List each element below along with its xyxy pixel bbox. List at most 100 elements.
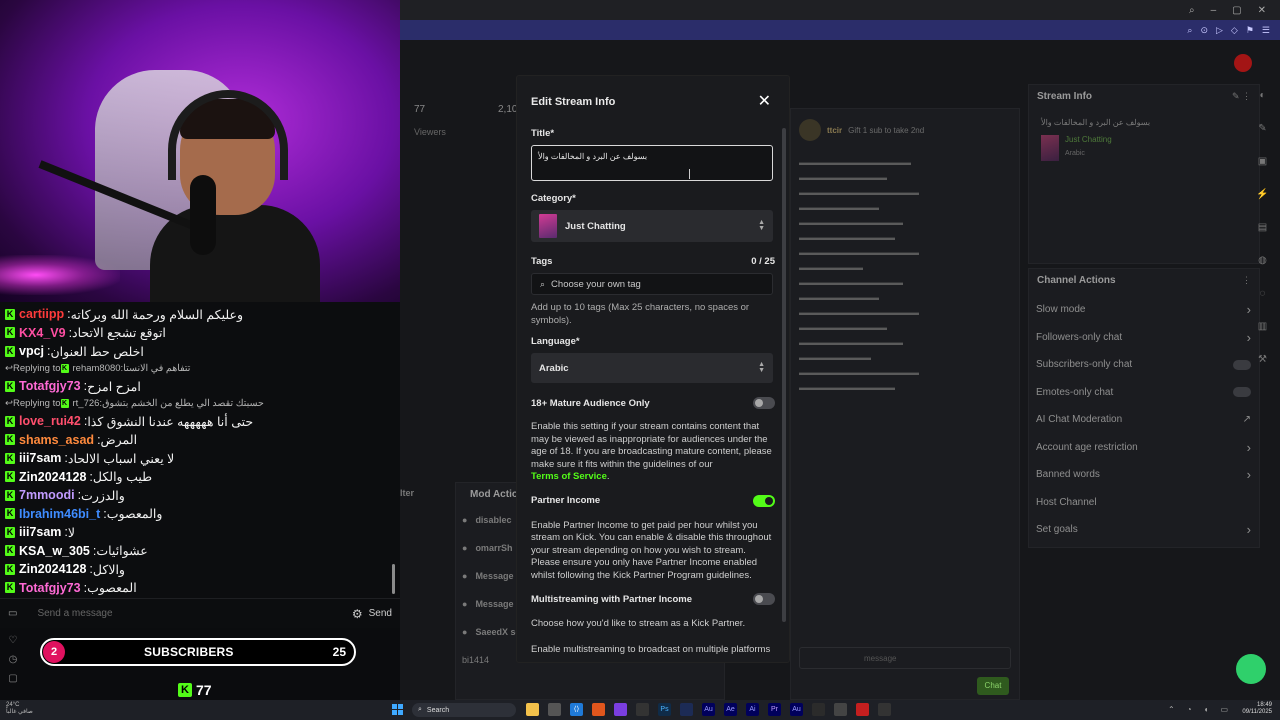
visual-studio-icon[interactable]	[614, 703, 627, 716]
box-icon[interactable]: ▢	[8, 673, 17, 684]
rail-icon[interactable]: ◐	[1259, 90, 1265, 101]
app-icon[interactable]: Ai	[746, 703, 759, 716]
chat-username[interactable]: love_rui42	[19, 414, 81, 428]
chat-mode-icon[interactable]: ▭	[8, 608, 17, 619]
extension-icon[interactable]: ⌕	[1187, 25, 1192, 36]
chat-username[interactable]: Ibrahim46bi_t	[19, 507, 100, 521]
chevron-up-icon[interactable]: ⌃	[1168, 705, 1175, 714]
chat-username[interactable]: iii7sam	[19, 451, 61, 465]
chat-username[interactable]: Totafgjy73	[19, 379, 81, 393]
chat-username[interactable]: cartiipp	[19, 307, 64, 321]
premiere-icon[interactable]: Pr	[768, 703, 781, 716]
brave-icon[interactable]	[592, 703, 605, 716]
channel-action-item[interactable]: Subscribers-only chat	[1029, 351, 1259, 379]
close-icon[interactable]: ✕	[758, 94, 771, 110]
rail-icon[interactable]: ▥	[1258, 321, 1267, 332]
chat-username[interactable]: vpcj	[19, 344, 44, 358]
language-select[interactable]: Arabic ▲ ▼	[531, 353, 773, 383]
send-button[interactable]: Send	[369, 608, 392, 619]
dashboard-chat-input[interactable]: message	[799, 647, 1011, 669]
channel-action-item[interactable]: Followers-only chat ›	[1029, 324, 1259, 352]
tags-input[interactable]: ⌕ Choose your own tag	[531, 273, 773, 295]
audition-icon[interactable]: Au	[702, 703, 715, 716]
extension-icon[interactable]: ◇	[1231, 25, 1238, 36]
close-window-icon[interactable]: ✕	[1258, 5, 1266, 16]
heart-icon[interactable]: ♡	[9, 635, 18, 646]
opera-icon[interactable]	[856, 703, 869, 716]
vscode-icon[interactable]: ⟨⟩	[570, 703, 583, 716]
chat-username[interactable]: Zin2024128	[19, 470, 86, 484]
channel-action-item[interactable]: Emotes-only chat	[1029, 379, 1259, 407]
search-icon[interactable]: ⌕	[1189, 5, 1195, 16]
kick-badge-icon: K	[5, 308, 15, 320]
app-icon[interactable]	[680, 703, 693, 716]
clock-icon[interactable]: ◷	[9, 654, 18, 665]
channel-action-item[interactable]: Banned words ›	[1029, 461, 1259, 489]
app-icon[interactable]	[878, 703, 891, 716]
partner-income-toggle[interactable]	[753, 494, 775, 507]
chat-scrollbar[interactable]	[392, 564, 395, 594]
select-arrows-icon: ▲ ▼	[758, 219, 765, 232]
rail-icon[interactable]: ▤	[1258, 222, 1267, 233]
chat-username[interactable]: KSA_w_305	[19, 544, 90, 558]
wifi-icon[interactable]: ◔	[1187, 705, 1192, 714]
chat-username[interactable]: KX4_V9	[19, 326, 66, 340]
system-clock[interactable]: 18:49 09/11/2025	[1242, 702, 1272, 716]
rail-icon[interactable]: ⚒	[1258, 354, 1267, 365]
rail-icon[interactable]: ⚡	[1256, 189, 1268, 200]
extension-icon[interactable]: ⚑	[1246, 25, 1254, 36]
reply-username[interactable]: reham8080:	[73, 363, 124, 374]
terms-of-service-link[interactable]: Terms of Service	[531, 471, 607, 482]
photoshop-icon[interactable]: Ps	[658, 703, 671, 716]
chat-username[interactable]: Totafgjy73	[19, 581, 81, 595]
kick-badge-icon: K	[5, 563, 15, 575]
rail-icon[interactable]: ◌	[1260, 288, 1266, 299]
rail-icon[interactable]: ◍	[1258, 255, 1267, 266]
volume-icon[interactable]: ◖	[1204, 705, 1209, 714]
modal-scrollbar[interactable]	[782, 128, 786, 622]
extension-icon[interactable]: ☰	[1262, 25, 1270, 36]
channel-action-item[interactable]: Account age restriction ›	[1029, 434, 1259, 462]
support-button[interactable]	[1236, 654, 1266, 684]
maximize-icon[interactable]: ▢	[1232, 5, 1241, 16]
subscriber-goal-bar: 2 SUBSCRIBERS 25	[40, 638, 356, 666]
taskbar-apps: ⟨⟩ Ps Au Ae Ai Pr Au	[526, 703, 891, 716]
rail-icon[interactable]: ▣	[1258, 156, 1267, 167]
windows-taskbar: 24°C صافي غالباً ⌕ Search ⟨⟩ Ps Au Ae Ai…	[0, 700, 1280, 720]
minimize-icon[interactable]: –	[1211, 5, 1217, 16]
extension-icon[interactable]: ▷	[1216, 25, 1223, 36]
settings-icon[interactable]: ⚙	[352, 607, 363, 621]
app-icon[interactable]	[548, 703, 561, 716]
chat-username[interactable]: shams_asad	[19, 433, 94, 447]
app-icon[interactable]	[812, 703, 825, 716]
file-explorer-icon[interactable]	[526, 703, 539, 716]
app-icon[interactable]	[636, 703, 649, 716]
dashboard-chat-button[interactable]: Chat	[977, 677, 1009, 695]
chat-message: K Zin2024128: طيب والكل	[5, 468, 396, 487]
battery-icon[interactable]: ▭	[1220, 705, 1228, 714]
chat-username[interactable]: 7mmoodi	[19, 488, 75, 502]
stream-title-input[interactable]: بسولف عن البرد و المخالفات والأ	[531, 145, 773, 181]
chat-input[interactable]: Send a message	[37, 608, 345, 619]
app-icon[interactable]	[834, 703, 847, 716]
multistream-toggle[interactable]	[753, 593, 775, 605]
after-effects-icon[interactable]: Ae	[724, 703, 737, 716]
chat-text: المرض	[100, 433, 138, 448]
chat-username[interactable]: iii7sam	[19, 525, 61, 539]
taskbar-search[interactable]: ⌕ Search	[412, 703, 516, 717]
channel-action-item[interactable]: Set goals ›	[1029, 516, 1259, 544]
channel-action-item[interactable]: Host Channel	[1029, 489, 1259, 517]
audition-icon[interactable]: Au	[790, 703, 803, 716]
reply-username[interactable]: rt_726:	[73, 398, 103, 409]
mature-toggle[interactable]	[753, 397, 775, 409]
chat-username[interactable]: Zin2024128	[19, 562, 86, 576]
category-select[interactable]: Just Chatting ▲ ▼	[531, 210, 773, 242]
weather-widget[interactable]: 24°C صافي غالباً	[6, 702, 33, 716]
channel-action-item[interactable]: AI Chat Moderation ↗	[1029, 406, 1259, 434]
extension-icon[interactable]: ⊙	[1200, 25, 1208, 36]
start-button[interactable]	[392, 704, 403, 715]
channel-action-item[interactable]: Slow mode ›	[1029, 296, 1259, 324]
rail-icon[interactable]: ✎	[1258, 123, 1266, 134]
sub-goal-target: 25	[332, 645, 346, 659]
channel-action-label: Emotes-only chat	[1036, 386, 1114, 398]
